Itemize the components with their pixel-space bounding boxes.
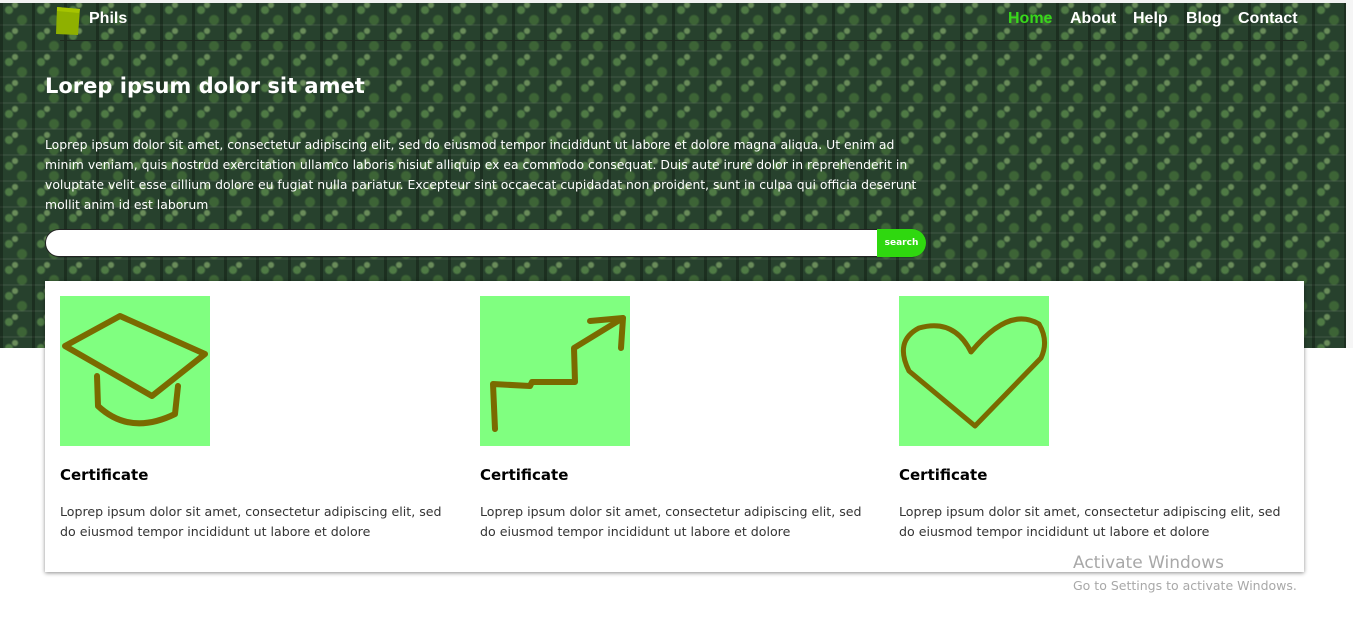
scrollbar-track [1346,0,1353,348]
nav-blog[interactable]: Blog [1186,10,1222,28]
activation-watermark-title: Activate Windows [1073,553,1224,573]
nav-help[interactable]: Help [1133,10,1168,28]
hero-title: Lorep ipsum dolor sit amet [45,74,365,98]
feature-card: Certificate Loprep ipsum dolor sit amet,… [480,296,900,542]
logo-icon[interactable] [54,5,82,37]
top-edge [0,0,1353,3]
activation-watermark-subtitle: Go to Settings to activate Windows. [1073,578,1297,593]
card-text: Loprep ipsum dolor sit amet, consectetur… [60,504,442,539]
brand-name[interactable]: Phils [89,10,127,28]
features-panel: Certificate Loprep ipsum dolor sit amet,… [45,281,1304,572]
nav-contact[interactable]: Contact [1238,10,1298,28]
card-title: Certificate [480,466,569,484]
graduation-cap-icon [60,296,210,446]
hero-paragraph: Loprep ipsum dolor sit amet, consectetur… [45,137,917,212]
feature-card: Certificate Loprep ipsum dolor sit amet,… [899,296,1319,542]
nav-about[interactable]: About [1070,10,1116,28]
nav-home[interactable]: Home [1008,10,1052,28]
nav-divider [60,40,1304,41]
feature-card: Certificate Loprep ipsum dolor sit amet,… [60,296,480,542]
card-text: Loprep ipsum dolor sit amet, consectetur… [480,504,862,539]
heart-icon [899,296,1049,446]
search-bar [45,229,926,257]
card-text: Loprep ipsum dolor sit amet, consectetur… [899,504,1281,539]
search-button[interactable]: search [877,229,926,257]
growth-arrow-icon [480,296,630,446]
card-title: Certificate [60,466,149,484]
card-title: Certificate [899,466,988,484]
search-input[interactable] [58,232,872,256]
